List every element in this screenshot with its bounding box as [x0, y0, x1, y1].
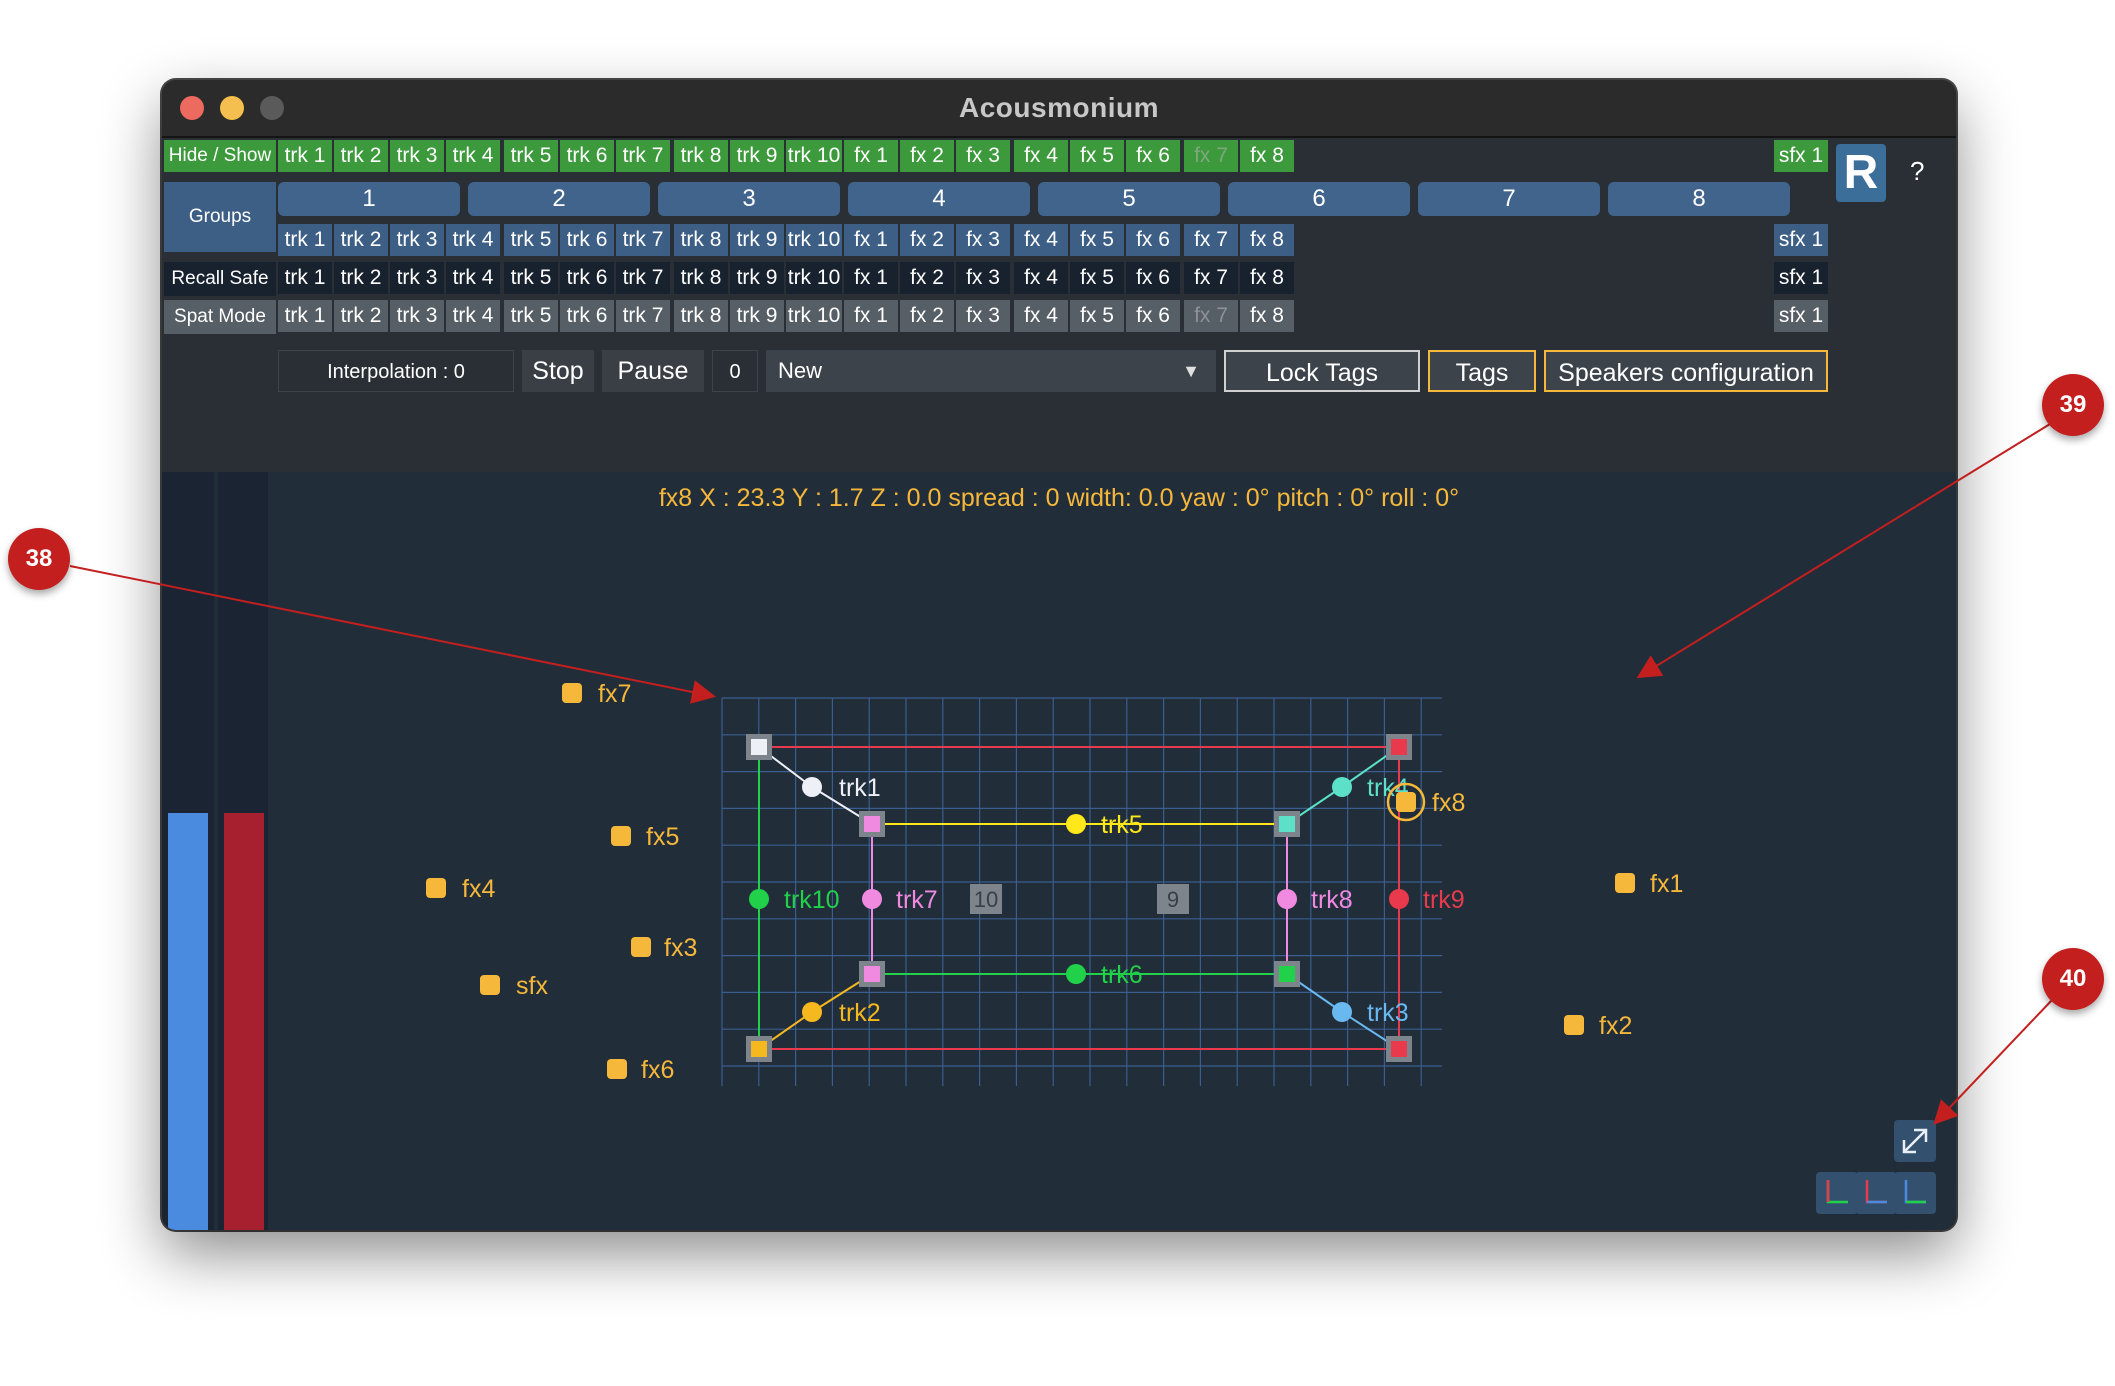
callout-38: 38: [8, 528, 70, 590]
callout-39-arrow: [1636, 423, 2051, 679]
vu-level-left: [168, 813, 208, 1230]
callout-38-arrow: [69, 565, 716, 704]
callout-40-arrow: [1933, 999, 2053, 1125]
callout-39: 39: [2042, 374, 2104, 436]
callout-40: 40: [2042, 948, 2104, 1010]
vu-level-right: [224, 813, 264, 1230]
annotation-layer: [69, 423, 2053, 1125]
